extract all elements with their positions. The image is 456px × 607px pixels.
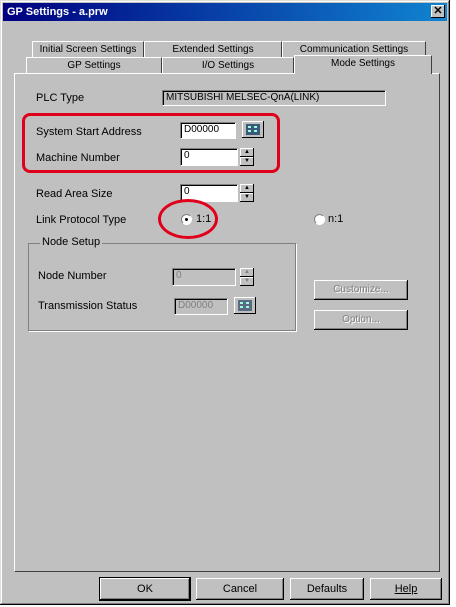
cancel-button[interactable]: Cancel [196,578,284,600]
help-button[interactable]: Help [370,578,442,600]
spin-down-icon[interactable]: ▼ [240,277,254,286]
highlight-address-machine [22,113,280,173]
transmission-status-label: Transmission Status [38,300,138,312]
read-area-size-spinner[interactable]: ▲ ▼ [240,184,254,202]
link-protocol-type-label: Link Protocol Type [36,214,127,226]
node-setup-title: Node Setup [40,236,103,248]
spin-up-icon[interactable]: ▲ [240,268,254,277]
read-area-size-label: Read Area Size [36,188,113,200]
node-number-spinner[interactable]: ▲ ▼ [240,268,254,286]
customize-button[interactable]: Customize... [314,280,408,300]
protocol-n-1-radio[interactable] [314,214,325,225]
option-button[interactable]: Option... [314,310,408,330]
protocol-n-1-label[interactable]: n:1 [328,213,343,225]
plc-type-value: MITSUBISHI MELSEC-QnA(LINK) [162,90,386,106]
plc-type-label: PLC Type [36,92,85,104]
defaults-button[interactable]: Defaults [290,578,364,600]
ok-button[interactable]: OK [100,578,190,600]
node-number-input[interactable]: 0 [172,268,236,286]
node-setup-group [28,243,296,331]
node-number-label: Node Number [38,270,107,282]
spin-up-icon[interactable]: ▲ [240,184,254,193]
spin-down-icon[interactable]: ▼ [240,193,254,202]
calculator-icon[interactable] [234,297,256,314]
transmission-status-input[interactable]: D00000 [174,298,228,315]
highlight-protocol-radio [158,199,218,239]
